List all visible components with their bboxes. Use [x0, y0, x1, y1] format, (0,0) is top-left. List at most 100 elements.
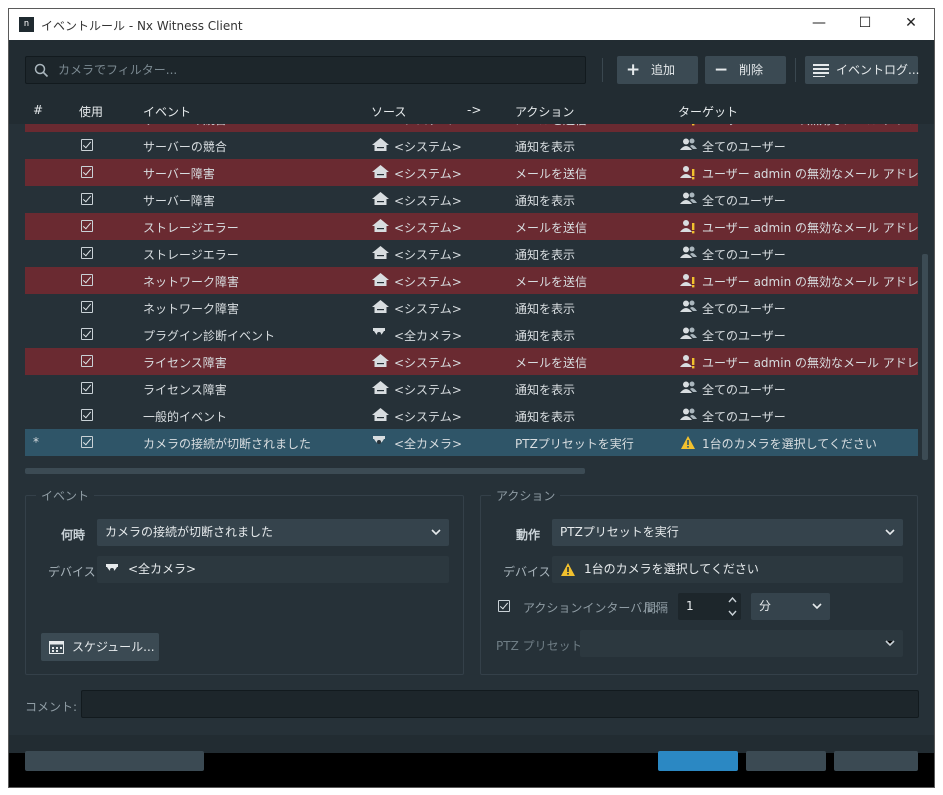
action-select[interactable]: PTZプリセットを実行 — [552, 519, 903, 546]
interval-spinbox[interactable]: 1 — [678, 593, 741, 620]
row-target: 全てのユーザー — [702, 410, 786, 424]
comment-label: コメント: — [25, 700, 78, 714]
title-bar: n イベントルール - Nx Witness Client — ☐ ✕ — [9, 9, 934, 40]
minimize-button[interactable]: — — [796, 9, 842, 40]
users-icon — [680, 327, 697, 342]
device-label: デバイス — [48, 565, 96, 579]
row-target: ユーザー admin の無効なメール アドレス — [702, 167, 918, 181]
table-row[interactable]: サーバーの競合 <システム> 通知を表示 全てのユーザー — [25, 132, 918, 159]
chevron-down-icon — [885, 529, 895, 536]
row-enabled-checkbox[interactable] — [81, 274, 93, 286]
row-enabled-checkbox[interactable] — [81, 247, 93, 259]
ptz-preset-select[interactable] — [580, 630, 903, 657]
camera-icon — [372, 327, 386, 343]
table-vertical-scrollbar[interactable] — [920, 124, 930, 467]
spin-down-icon[interactable] — [728, 610, 737, 616]
rules-table: サーバーの競合<システム>メールを送信ユーザー admin の無効なメール アド… — [25, 124, 918, 467]
search-icon — [34, 63, 49, 78]
table-row[interactable]: 一般的イベント <システム> 通知を表示 全てのユーザー — [25, 402, 918, 429]
table-row[interactable]: * カメラの接続が切断されました <全カメラ> PTZプリセットを実行 1台のカメラを選… — [25, 429, 918, 456]
spin-up-icon[interactable] — [728, 597, 737, 603]
ptz-preset-label: PTZ プリセット: — [496, 639, 587, 653]
row-event: 一般的イベント — [143, 410, 228, 424]
row-action: メールを送信 — [515, 221, 588, 235]
row-action: 通知を表示 — [515, 329, 576, 343]
row-target: ユーザー admin の無効なメール アドレス — [702, 124, 918, 128]
ok-button[interactable] — [658, 751, 738, 771]
table-row[interactable]: ライセンス障害 <システム> 通知を表示 全てのユーザー — [25, 375, 918, 402]
table-horizontal-scrollbar[interactable] — [25, 467, 918, 475]
table-row[interactable]: ストレージエラー <システム> 通知を表示 全てのユーザー — [25, 240, 918, 267]
action-device-label: デバイス — [503, 565, 551, 579]
row-source: <システム> — [394, 356, 462, 370]
row-enabled-checkbox[interactable] — [81, 166, 93, 178]
header-use[interactable]: 使用 — [79, 103, 103, 120]
when-select[interactable]: カメラの接続が切断されました — [97, 519, 449, 546]
action-panel: アクション 動作 PTZプリセットを実行 デバイス 1台のカメラを選択してくださ… — [480, 487, 918, 675]
table-row[interactable]: ネットワーク障害 <システム> 通知を表示 全てのユーザー — [25, 294, 918, 321]
reset-defaults-button[interactable] — [25, 751, 204, 771]
table-row[interactable]: サーバー障害 <システム> メールを送信 ユーザー admin の無効なメール アドレ… — [25, 159, 918, 186]
maximize-button[interactable]: ☐ — [842, 9, 888, 40]
comment-input[interactable] — [81, 690, 919, 718]
users-icon — [680, 381, 697, 396]
delete-button[interactable]: − 削除 — [705, 56, 786, 84]
header-action[interactable]: アクション — [515, 103, 574, 120]
row-enabled-checkbox[interactable] — [81, 436, 93, 448]
users-icon — [680, 408, 697, 423]
row-event: ライセンス障害 — [143, 383, 227, 397]
header-num[interactable]: # — [33, 103, 43, 117]
row-enabled-checkbox[interactable] — [81, 382, 93, 394]
row-event: サーバー障害 — [143, 194, 215, 208]
row-enabled-checkbox[interactable] — [81, 409, 93, 421]
row-enabled-checkbox[interactable] — [81, 193, 93, 205]
table-row[interactable]: ライセンス障害 <システム> メールを送信 ユーザー admin の無効なメール アド… — [25, 348, 918, 375]
row-enabled-checkbox[interactable] — [81, 328, 93, 340]
server-icon — [372, 381, 389, 397]
toolbar: + 追加 − 削除 イベントログ... — [9, 40, 934, 96]
search-input[interactable] — [58, 61, 558, 79]
event-rules-window: n イベントルール - Nx Witness Client — ☐ ✕ + 追加… — [8, 8, 935, 788]
row-enabled-checkbox[interactable] — [81, 220, 93, 232]
row-source: <システム> — [394, 410, 462, 424]
table-row[interactable]: プラグイン診断イベント <全カメラ> 通知を表示 全てのユーザー — [25, 321, 918, 348]
add-button[interactable]: + 追加 — [617, 56, 698, 84]
table-row[interactable]: ネットワーク障害 <システム> メールを送信 ユーザー admin の無効なメール ア… — [25, 267, 918, 294]
row-event: サーバーの競合 — [143, 140, 227, 154]
row-action: メールを送信 — [515, 124, 587, 128]
action-interval-checkbox[interactable] — [498, 600, 510, 612]
row-event: ストレージエラー — [143, 248, 239, 262]
header-source[interactable]: ソース — [371, 103, 406, 120]
device-field[interactable]: <全カメラ> — [97, 556, 449, 583]
cancel-button[interactable] — [834, 751, 918, 771]
row-action: 通知を表示 — [515, 194, 576, 208]
header-target[interactable]: ターゲット — [678, 103, 738, 120]
header-event[interactable]: イベント — [143, 103, 191, 120]
table-row[interactable]: サーバーの競合 <システム> メールを送信 ユーザー admin の無効なメール アド… — [25, 124, 918, 132]
row-source: <全カメラ> — [394, 437, 463, 451]
user-warning-icon — [680, 354, 697, 372]
action-device-field[interactable]: 1台のカメラを選択してください — [552, 556, 903, 583]
event-log-button[interactable]: イベントログ... — [805, 56, 919, 84]
row-enabled-checkbox[interactable] — [81, 301, 93, 313]
scrollbar-thumb[interactable] — [25, 468, 585, 474]
row-enabled-checkbox[interactable] — [81, 139, 93, 151]
row-target: 全てのユーザー — [702, 329, 786, 343]
schedule-button[interactable]: スケジュール... — [41, 633, 159, 661]
table-row[interactable]: ストレージエラー <システム> メールを送信 ユーザー admin の無効なメール ア… — [25, 213, 918, 240]
row-action: 通知を表示 — [515, 140, 576, 154]
scrollbar-thumb[interactable] — [922, 254, 928, 460]
camera-filter-search[interactable] — [25, 56, 586, 84]
row-enabled-checkbox[interactable] — [81, 355, 93, 367]
apply-button[interactable] — [746, 751, 826, 771]
interval-unit-select[interactable]: 分 — [751, 593, 830, 620]
chevron-down-icon — [431, 529, 441, 536]
row-target: ユーザー admin の無効なメール アドレス — [702, 356, 918, 370]
server-icon — [372, 124, 389, 127]
close-button[interactable]: ✕ — [888, 9, 934, 40]
row-event: ライセンス障害 — [143, 356, 227, 370]
user-warning-icon — [680, 165, 697, 183]
row-event: サーバー障害 — [143, 167, 215, 181]
table-row[interactable]: サーバー障害 <システム> 通知を表示 全てのユーザー — [25, 186, 918, 213]
row-source: <システム> — [394, 275, 462, 289]
